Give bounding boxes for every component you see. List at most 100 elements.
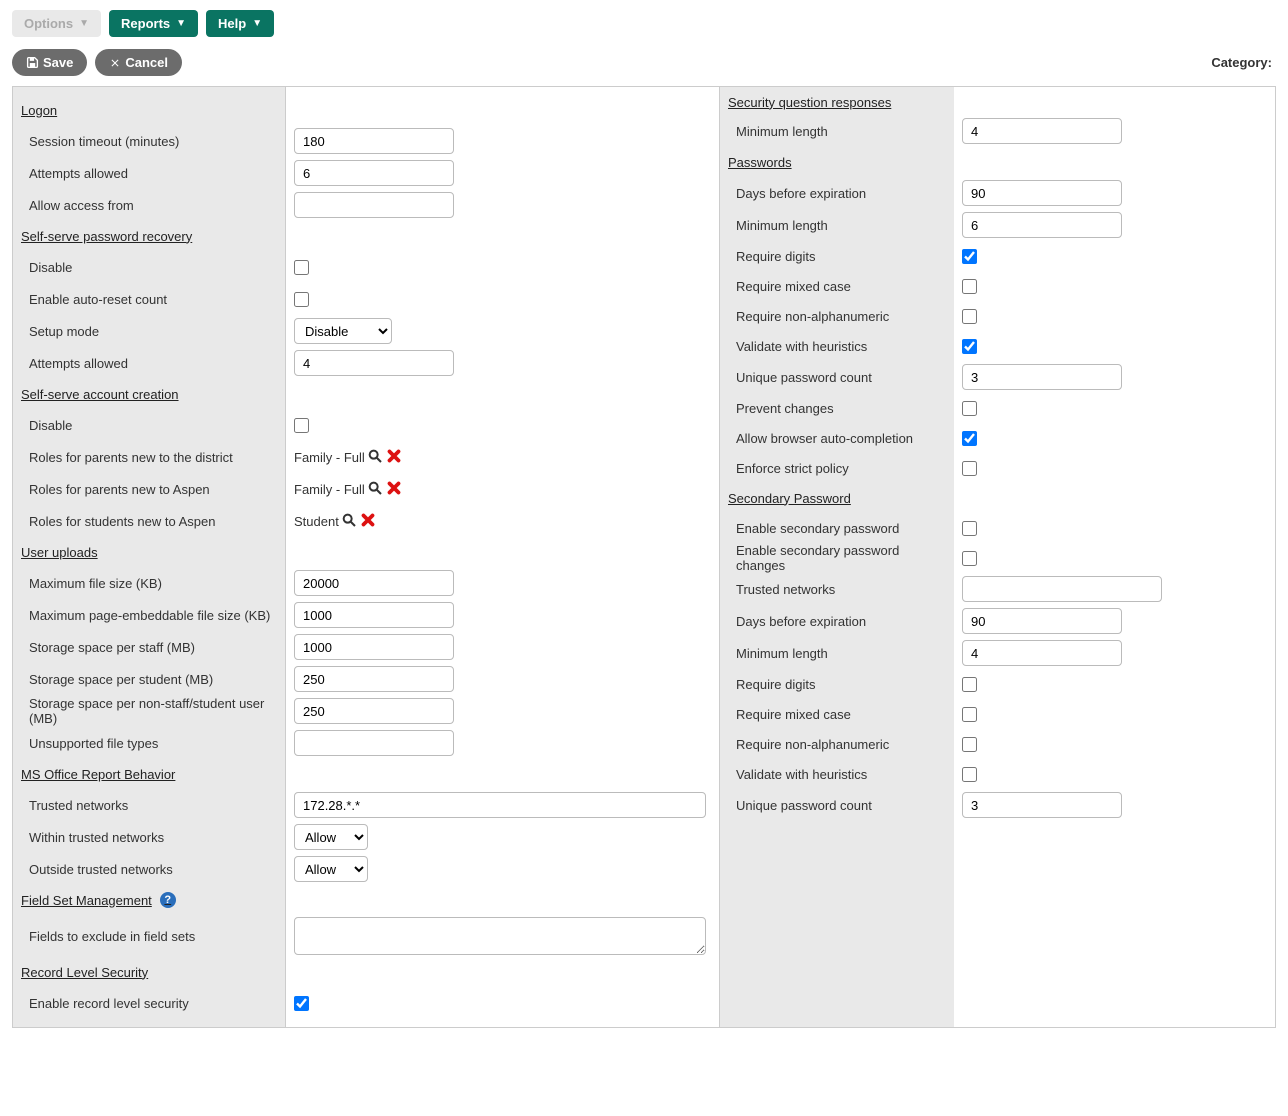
label-trusted: Trusted networks [13,789,285,821]
top-toolbar: Options ▼ Reports ▼ Help ▼ [0,0,1288,43]
select-setup-mode[interactable]: Disable [294,318,392,344]
spacer [286,537,719,567]
help-icon[interactable]: ? [160,892,176,908]
check-pw-strict[interactable] [962,461,977,476]
label-max-page-embed: Maximum page-embeddable file size (KB) [13,599,285,631]
check-pw-mixed[interactable] [962,279,977,294]
cancel-button[interactable]: Cancel [95,49,182,76]
section-secondary: Secondary Password [720,483,954,513]
main-panel: Logon Session timeout (minutes) Attempts… [12,86,1276,1028]
label-exclude: Fields to exclude in field sets [13,915,285,957]
input-max-file[interactable] [294,570,454,596]
save-button[interactable]: Save [12,49,87,76]
input-pw-unique[interactable] [962,364,1122,390]
input-ssp-attempts[interactable] [294,350,454,376]
caret-down-icon: ▼ [252,18,262,29]
label-ssp-disable: Disable [13,251,285,283]
check-pw-autocomplete[interactable] [962,431,977,446]
role-value-text: Family - Full [294,450,365,465]
check-sec-enable[interactable] [962,521,977,536]
check-pw-digits[interactable] [962,249,977,264]
options-button: Options ▼ [12,10,101,37]
search-icon[interactable] [341,512,357,531]
reports-button[interactable]: Reports ▼ [109,10,198,37]
input-storage-other[interactable] [294,698,454,724]
role-parents-aspen: Family - Full [294,479,403,500]
section-logon: Logon [13,95,285,125]
label-max-file: Maximum file size (KB) [13,567,285,599]
label-storage-other: Storage space per non-staff/student user… [13,695,285,727]
input-max-page-embed[interactable] [294,602,454,628]
delete-icon[interactable] [385,447,403,468]
label-pw-digits: Require digits [720,241,954,271]
check-sec-nonalpha[interactable] [962,737,977,752]
left-inputs: Disable Family - Full Family - Full Stud… [286,87,719,1027]
right-labels: Security question responses Minimum leng… [719,87,954,1027]
save-label: Save [43,55,73,70]
help-button[interactable]: Help ▼ [206,10,274,37]
spacer [286,759,719,789]
input-sec-trusted[interactable] [962,576,1162,602]
role-value-text: Family - Full [294,482,365,497]
check-pw-heuristics[interactable] [962,339,977,354]
role-parents-district: Family - Full [294,447,403,468]
label-sec-minlen: Minimum length [720,637,954,669]
input-storage-staff[interactable] [294,634,454,660]
check-rls-enable[interactable] [294,996,309,1011]
options-label: Options [24,16,73,31]
input-pw-minlen[interactable] [962,212,1122,238]
spacer [286,95,719,125]
help-label: Help [218,16,246,31]
input-allow-access[interactable] [294,192,454,218]
check-pw-prevent[interactable] [962,401,977,416]
right-inputs [954,87,1275,1027]
role-value-text: Student [294,514,339,529]
label-pw-days: Days before expiration [720,177,954,209]
cancel-label: Cancel [125,55,168,70]
input-sec-minlen[interactable] [962,640,1122,666]
caret-down-icon: ▼ [176,18,186,29]
check-sec-mixed[interactable] [962,707,977,722]
input-attempts[interactable] [294,160,454,186]
search-icon[interactable] [367,480,383,499]
check-sec-enable-changes[interactable] [962,551,977,566]
label-pw-prevent: Prevent changes [720,393,954,423]
label-unsupported: Unsupported file types [13,727,285,759]
section-uploads: User uploads [13,537,285,567]
reports-label: Reports [121,16,170,31]
check-ssa-disable[interactable] [294,418,309,433]
close-icon [109,57,121,69]
label-storage-student: Storage space per student (MB) [13,663,285,695]
check-pw-nonalpha[interactable] [962,309,977,324]
label-roles-parents-aspen: Roles for parents new to Aspen [13,473,285,505]
label-attempts: Attempts allowed [13,157,285,189]
label-storage-staff: Storage space per staff (MB) [13,631,285,663]
check-ssp-disable[interactable] [294,260,309,275]
delete-icon[interactable] [359,511,377,532]
check-sec-heuristics[interactable] [962,767,977,782]
input-pw-days[interactable] [962,180,1122,206]
check-sec-digits[interactable] [962,677,977,692]
input-storage-student[interactable] [294,666,454,692]
input-unsupported[interactable] [294,730,454,756]
input-sec-unique[interactable] [962,792,1122,818]
select-outside[interactable]: Allow [294,856,368,882]
role-students-aspen: Student [294,511,377,532]
check-ssp-autoreset[interactable] [294,292,309,307]
label-sec-days: Days before expiration [720,605,954,637]
spacer [954,147,1275,177]
label-pw-heuristics: Validate with heuristics [720,331,954,361]
section-msoffice: MS Office Report Behavior [13,759,285,789]
input-trusted-networks[interactable] [294,792,706,818]
label-roles-students-aspen: Roles for students new to Aspen [13,505,285,537]
category-label: Category: [1211,55,1276,70]
spacer [286,221,719,251]
input-sec-days[interactable] [962,608,1122,634]
search-icon[interactable] [367,448,383,467]
delete-icon[interactable] [385,479,403,500]
select-within[interactable]: Allow [294,824,368,850]
textarea-exclude[interactable] [294,917,706,955]
input-secq-minlen[interactable] [962,118,1122,144]
label-sec-enable-changes: Enable secondary password changes [720,543,954,573]
input-session-timeout[interactable] [294,128,454,154]
